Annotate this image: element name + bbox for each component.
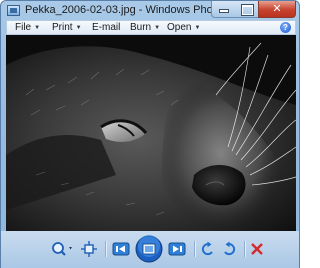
chevron-down-icon: ▼ <box>194 25 201 31</box>
actual-size-icon <box>81 241 97 257</box>
rotate-clockwise-icon <box>224 241 236 256</box>
separator <box>105 241 106 257</box>
zoom-button[interactable] <box>49 239 75 259</box>
maximize-button[interactable] <box>235 1 259 18</box>
chevron-down-icon: ▼ <box>154 25 161 31</box>
photo-viewer-app-icon <box>7 5 20 16</box>
zoom-icon <box>52 242 72 256</box>
next-button[interactable] <box>168 239 186 259</box>
menu-burn[interactable]: Burn ▼ <box>130 22 160 34</box>
cat-photo <box>6 35 296 231</box>
menu-email-label: E-mail <box>92 22 121 33</box>
close-icon: ✕ <box>272 3 282 15</box>
menu-burn-label: Burn <box>130 22 152 33</box>
slideshow-icon <box>135 235 163 263</box>
menu-print-label: Print <box>52 22 73 33</box>
chevron-down-icon: ▼ <box>75 25 82 31</box>
separator <box>244 241 245 257</box>
menu-file-label: File <box>15 22 32 33</box>
photo-viewer-window: Pekka_2006-02-03.jpg - Windows Photo Vie… <box>0 0 300 268</box>
menu-bar: File ▼ Print ▼ E-mail Burn ▼ Open ▼ ? <box>6 20 296 35</box>
previous-button[interactable] <box>112 239 130 259</box>
minimize-icon <box>220 10 228 12</box>
minimize-button[interactable] <box>211 1 236 18</box>
menu-open-label: Open <box>167 22 192 33</box>
next-icon <box>168 242 186 256</box>
close-button[interactable]: ✕ <box>258 1 296 18</box>
title-bar[interactable]: Pekka_2006-02-03.jpg - Windows Photo Vie… <box>1 1 299 21</box>
rotate-counterclockwise-icon <box>201 241 213 256</box>
control-bar <box>1 231 299 268</box>
menu-print[interactable]: Print ▼ <box>52 22 82 34</box>
image-viewport[interactable] <box>6 35 296 231</box>
previous-icon <box>112 242 130 256</box>
menu-email[interactable]: E-mail <box>92 22 120 34</box>
delete-button[interactable] <box>249 239 265 259</box>
rotate-counterclockwise-button[interactable] <box>200 239 216 259</box>
menu-file[interactable]: File ▼ <box>15 22 40 34</box>
chevron-down-icon: ▼ <box>34 25 41 31</box>
actual-size-button[interactable] <box>81 239 97 259</box>
maximize-icon <box>242 5 253 15</box>
help-icon[interactable]: ? <box>280 22 291 33</box>
rotate-clockwise-button[interactable] <box>221 239 237 259</box>
menu-open[interactable]: Open ▼ <box>167 22 200 34</box>
slideshow-button[interactable] <box>135 235 163 263</box>
separator <box>194 241 195 257</box>
delete-icon <box>251 243 263 255</box>
